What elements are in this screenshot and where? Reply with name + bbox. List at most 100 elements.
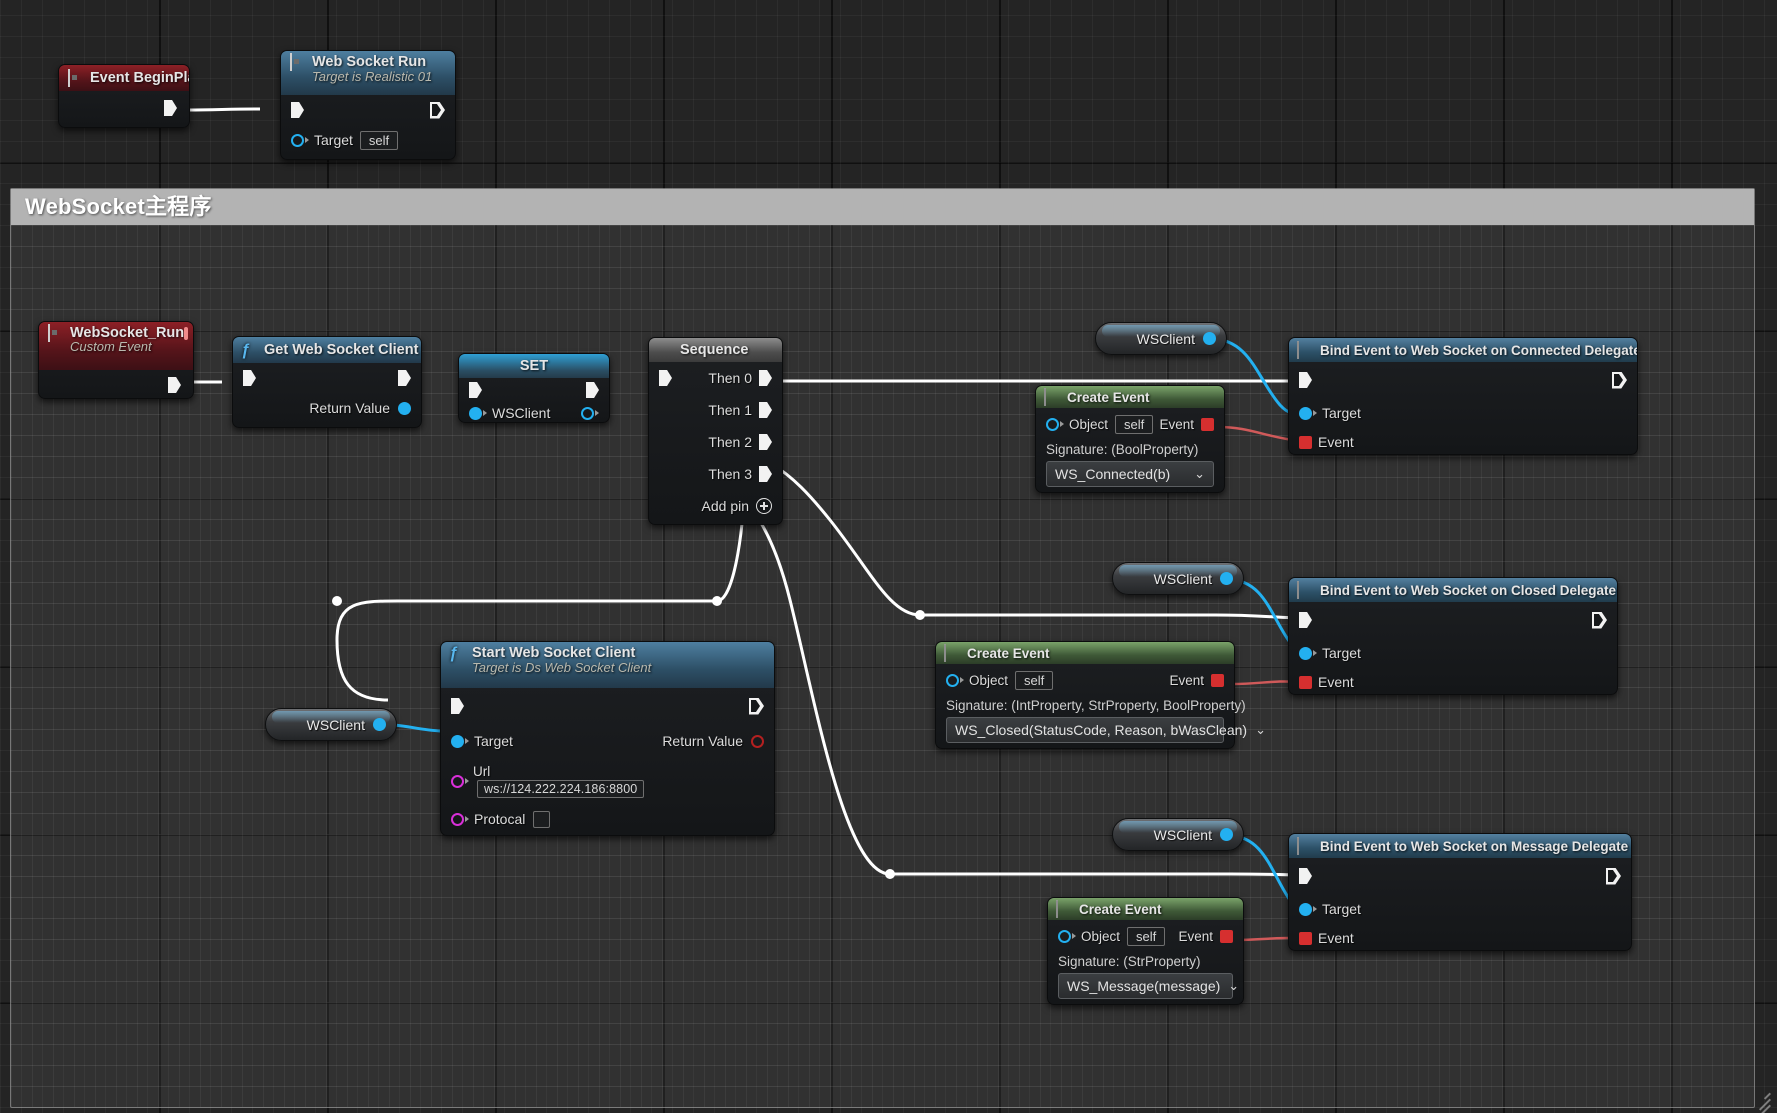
- exec-output-pin[interactable]: [1612, 372, 1627, 389]
- target-input-pin[interactable]: [451, 734, 464, 748]
- then-0-label: Then 0: [708, 370, 752, 386]
- node-header: Create Event: [1048, 898, 1243, 920]
- wsclient-label: WSClient: [492, 405, 551, 421]
- exec-row: [1289, 362, 1637, 398]
- target-input-pin[interactable]: [1299, 406, 1312, 420]
- target-input-pin[interactable]: [1299, 902, 1312, 916]
- protocol-row: Protocal: [441, 804, 774, 834]
- exec-row: [1289, 858, 1631, 894]
- exec-input-pin[interactable]: [659, 370, 672, 386]
- getter-wsclient-start-client[interactable]: WSClient: [265, 708, 397, 741]
- exec-input-pin[interactable]: [243, 370, 256, 386]
- object-row: Object self Event: [936, 664, 1234, 696]
- target-input-pin[interactable]: [1299, 646, 1312, 660]
- node-event-begin-play[interactable]: Event BeginPlay: [58, 64, 190, 128]
- node-header: Create Event: [1036, 386, 1224, 408]
- object-input-pin[interactable]: [1046, 417, 1059, 431]
- target-row: Target: [1289, 638, 1617, 668]
- target-label: Target: [314, 132, 353, 148]
- then-2-output-pin[interactable]: [759, 434, 772, 450]
- then-3-output-pin[interactable]: [759, 466, 772, 482]
- node-title: Sequence: [680, 342, 749, 358]
- sequence-add-pin-row[interactable]: Add pin: [649, 490, 782, 522]
- url-input-pin[interactable]: [451, 774, 464, 788]
- exec-output-pin[interactable]: [586, 382, 599, 398]
- node-get-web-socket-client[interactable]: ƒ Get Web Socket Client Return Value: [232, 336, 422, 428]
- node-create-event-message[interactable]: Create Event Object self Event Signature…: [1047, 897, 1244, 1005]
- event-row: Event: [1289, 924, 1631, 952]
- return-value-output-pin[interactable]: [398, 401, 411, 415]
- object-input-pin[interactable]: [1058, 929, 1071, 943]
- node-subtitle: Custom Event: [70, 339, 152, 354]
- bind-event-icon: [1297, 581, 1313, 599]
- wsclient-output-pin[interactable]: [581, 406, 594, 420]
- getter-output-pin[interactable]: [373, 718, 386, 731]
- node-bind-event-closed-delegate[interactable]: Bind Event to Web Socket on Closed Deleg…: [1288, 577, 1618, 695]
- node-bind-event-message-delegate[interactable]: Bind Event to Web Socket on Message Dele…: [1288, 833, 1632, 951]
- node-websocket-run-custom-event[interactable]: WebSocket_Run Custom Event: [38, 321, 194, 399]
- sequence-then-0-row: Then 0: [649, 362, 782, 394]
- node-create-event-connected[interactable]: Create Event Object self Event Signature…: [1035, 385, 1225, 493]
- return-value-output-pin[interactable]: [751, 734, 764, 748]
- exec-input-pin[interactable]: [451, 698, 464, 714]
- event-input-pin[interactable]: [1299, 931, 1312, 945]
- resize-grip[interactable]: [1745, 1083, 1771, 1113]
- event-output-pin[interactable]: [1220, 929, 1233, 943]
- object-input-pin[interactable]: [946, 673, 959, 687]
- add-pin-icon[interactable]: [756, 498, 772, 514]
- then-1-output-pin[interactable]: [759, 402, 772, 418]
- object-row: Object self Event: [1048, 920, 1243, 952]
- exec-output-pin[interactable]: [164, 100, 177, 116]
- then-0-output-pin[interactable]: [759, 370, 772, 386]
- node-header: SET: [459, 354, 609, 378]
- node-web-socket-run[interactable]: Web Socket Run Target is Realistic 01 Ta…: [280, 50, 456, 160]
- getter-output-pin[interactable]: [1203, 332, 1216, 345]
- event-breakpoint-icon[interactable]: [184, 326, 189, 340]
- exec-input-pin[interactable]: [1299, 868, 1312, 884]
- node-sequence[interactable]: Sequence Then 0 Then 1 Then 2 Then 3 Add…: [648, 337, 783, 525]
- exec-input-pin[interactable]: [1299, 372, 1312, 388]
- event-select-dropdown[interactable]: WS_Connected(b) ⌄: [1046, 461, 1214, 487]
- event-select-dropdown[interactable]: WS_Closed(StatusCode, Reason, bWasClean)…: [946, 717, 1266, 743]
- protocol-input-field[interactable]: [533, 810, 551, 828]
- object-value[interactable]: self: [1127, 926, 1166, 946]
- comment-box-title[interactable]: WebSocket主程序: [11, 189, 1754, 225]
- exec-input-pin[interactable]: [291, 102, 304, 118]
- event-output-pin[interactable]: [1201, 417, 1214, 431]
- event-input-pin[interactable]: [1299, 675, 1312, 689]
- exec-output-pin[interactable]: [749, 698, 764, 715]
- protocol-input-pin[interactable]: [451, 812, 464, 826]
- getter-wsclient-closed[interactable]: WSClient: [1112, 562, 1244, 595]
- getter-output-pin[interactable]: [1220, 572, 1233, 585]
- getter-label: WSClient: [1136, 330, 1195, 347]
- getter-wsclient-message[interactable]: WSClient: [1112, 818, 1244, 851]
- url-input-field[interactable]: ws://124.222.224.186:8800: [477, 780, 645, 798]
- blueprint-graph-canvas[interactable]: WebSocket主程序 Event BeginPl Web Socket Ru…: [0, 0, 1777, 1113]
- node-create-event-closed[interactable]: Create Event Object self Event Signature…: [935, 641, 1266, 749]
- url-label: Url: [473, 764, 491, 779]
- node-header: Web Socket Run Target is Realistic 01: [281, 51, 455, 95]
- target-value[interactable]: self: [359, 130, 399, 150]
- node-header: Bind Event to Web Socket on Message Dele…: [1289, 834, 1631, 858]
- event-output-pin[interactable]: [1211, 673, 1224, 687]
- exec-output-pin[interactable]: [430, 102, 445, 119]
- exec-input-pin[interactable]: [1299, 612, 1312, 628]
- event-input-pin[interactable]: [1299, 435, 1312, 449]
- object-value[interactable]: self: [1015, 670, 1054, 690]
- node-bind-event-connected-delegate[interactable]: Bind Event to Web Socket on Connected De…: [1288, 337, 1638, 455]
- node-start-web-socket-client[interactable]: ƒ Start Web Socket Client Target is Ds W…: [440, 641, 775, 836]
- node-subtitle: Target is Realistic 01: [312, 69, 433, 84]
- event-select-dropdown[interactable]: WS_Message(message) ⌄: [1058, 973, 1239, 999]
- wsclient-input-pin[interactable]: [469, 406, 482, 420]
- getter-wsclient-connected[interactable]: WSClient: [1095, 322, 1227, 355]
- node-set-wsclient[interactable]: SET WSClient: [458, 353, 610, 423]
- exec-output-pin[interactable]: [398, 370, 411, 386]
- exec-output-pin[interactable]: [168, 377, 181, 393]
- target-input-pin[interactable]: [291, 133, 304, 147]
- exec-output-pin[interactable]: [1606, 868, 1621, 885]
- signature-text: Signature: (BoolProperty): [1046, 442, 1199, 457]
- exec-output-pin[interactable]: [1592, 612, 1607, 629]
- object-value[interactable]: self: [1115, 414, 1154, 434]
- exec-input-pin[interactable]: [469, 382, 482, 398]
- getter-output-pin[interactable]: [1220, 828, 1233, 841]
